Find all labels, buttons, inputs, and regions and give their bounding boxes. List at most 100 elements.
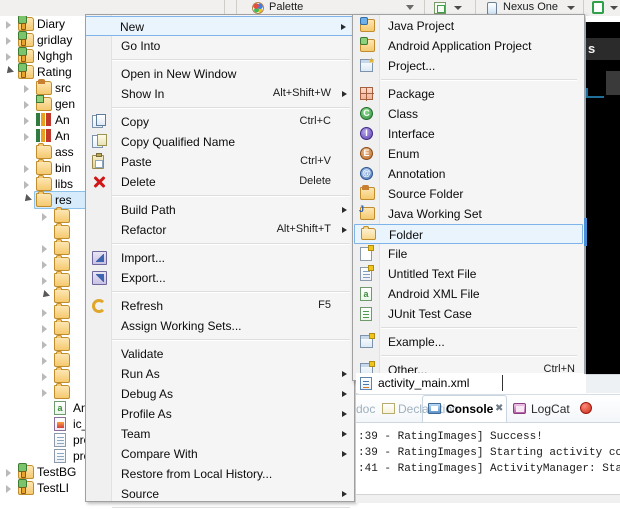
tree-twisty-collapsed-icon[interactable] (24, 133, 29, 141)
tree-twisty-collapsed-icon[interactable] (24, 85, 29, 93)
console-line: :39 - RatingImages] Starting activity co… (358, 447, 620, 459)
tree-twisty-collapsed-icon[interactable] (42, 389, 47, 397)
palette-collapse-caret-icon[interactable] (406, 5, 414, 10)
context-menu-item-validate[interactable]: Validate (87, 344, 355, 364)
context-menu-item-copy-qualified-name[interactable]: Copy Qualified Name (87, 132, 355, 152)
context-menu-item-run-as[interactable]: Run As (87, 364, 355, 384)
context-menu-item-label: New (120, 20, 145, 34)
new-submenu[interactable]: Java Project Android Application Project P… (352, 14, 585, 381)
context-menu-item-export[interactable]: Export... (87, 268, 355, 288)
context-menu-item-debug-as[interactable]: Debug As (87, 384, 355, 404)
tree-twisty-expanded-icon[interactable] (40, 290, 50, 300)
tree-twisty-collapsed-icon[interactable] (24, 165, 29, 173)
folder-icon (54, 239, 70, 255)
new-submenu-item-package[interactable]: Package (354, 84, 585, 104)
context-menu-item-label: Export... (121, 271, 166, 285)
editor-tab-label: activity_main.xml (378, 376, 470, 390)
console-output[interactable]: :39 - RatingImages] Success!:39 - Rating… (356, 422, 620, 495)
context-menu-item-compare-with[interactable]: Compare With (87, 444, 355, 464)
tree-twisty-expanded-icon[interactable] (22, 194, 32, 204)
context-menu-item-new[interactable]: New (86, 16, 354, 36)
new-submenu-item-enum[interactable]: E Enum (354, 144, 585, 164)
tree-twisty-collapsed-icon[interactable] (42, 261, 47, 269)
new-submenu-item-java-working-set[interactable]: Java Working Set (354, 204, 585, 224)
context-menu-item-team[interactable]: Team (87, 424, 355, 444)
tree-twisty-collapsed-icon[interactable] (42, 373, 47, 381)
new-submenu-item-folder[interactable]: Folder (354, 224, 583, 244)
context-menu-item-assign-working-sets[interactable]: Assign Working Sets... (87, 316, 355, 336)
context-menu-item-paste[interactable]: Paste Ctrl+V (87, 152, 355, 172)
new-submenu-item-file[interactable]: File (354, 244, 585, 264)
context-menu-item-profile-as[interactable]: Profile As (87, 404, 355, 424)
new-submenu-item-class[interactable]: C Class (354, 104, 585, 124)
tree-twisty-collapsed-icon[interactable] (42, 357, 47, 365)
tree-twisty-collapsed-icon[interactable] (42, 309, 47, 317)
tree-twisty-collapsed-icon[interactable] (42, 325, 47, 333)
context-menu-item-refactor[interactable]: Refactor Alt+Shift+T (87, 220, 355, 240)
tree-twisty-collapsed-icon[interactable] (24, 117, 29, 125)
context-menu-item-source[interactable]: Source (87, 484, 355, 504)
submenu-arrow-icon (342, 451, 347, 457)
new-submenu-separator (381, 327, 577, 329)
context-menu-item-accelerator: Alt+Shift+T (276, 223, 331, 235)
preview-scroll-indicator[interactable] (584, 218, 587, 246)
context-menu-item-refresh[interactable]: Refresh F5 (87, 296, 355, 316)
refresh-icon[interactable] (592, 1, 604, 14)
tree-twisty-expanded-icon[interactable] (4, 66, 14, 76)
tree-twisty-collapsed-icon[interactable] (6, 37, 11, 45)
tree-item-label: An (55, 113, 70, 127)
folder-icon (54, 367, 70, 383)
new-submenu-item-project[interactable]: Project... (354, 56, 585, 76)
editor-tab-activity-main-xml[interactable]: activity_main.xml (356, 373, 620, 393)
new-submenu-item-label: Enum (388, 147, 420, 161)
image-file-icon (54, 417, 66, 431)
new-submenu-item-example[interactable]: Example... (354, 332, 585, 352)
context-menu-item-build-path[interactable]: Build Path (87, 200, 355, 220)
new-submenu-item-java-project[interactable]: Java Project (354, 16, 585, 36)
generated-folder-icon (36, 95, 52, 111)
context-menu-item-restore-from-local-history[interactable]: Restore from Local History... (87, 464, 355, 484)
context-menu-item-show-in[interactable]: Show In Alt+Shift+W (87, 84, 355, 104)
context-menu-separator (112, 107, 350, 109)
tree-twisty-collapsed-icon[interactable] (42, 245, 47, 253)
new-submenu-item-untitled-text-file[interactable]: Untitled Text File (354, 264, 585, 284)
new-submenu-item-interface[interactable]: I Interface (354, 124, 585, 144)
tree-twisty-collapsed-icon[interactable] (6, 53, 11, 61)
bottom-view-tabbar[interactable]: doc Declaration Console ✖ LogCat (356, 394, 620, 423)
error-log-icon[interactable] (580, 402, 592, 414)
new-submenu-item-annotation[interactable]: @ Annotation (354, 164, 585, 184)
context-menu-item-import[interactable]: Import... (87, 248, 355, 268)
tree-twisty-collapsed-icon[interactable] (42, 341, 47, 349)
context-menu-item-open-in-new-window[interactable]: Open in New Window (87, 64, 355, 84)
context-menu-item-delete[interactable]: Delete Delete (87, 172, 355, 192)
context-menu-item-go-into[interactable]: Go Into (87, 36, 355, 56)
context-menu[interactable]: New Go Into Open in New Window Show In Alt+S… (85, 14, 355, 509)
layout-preview-panel[interactable]: s (584, 22, 620, 374)
tab-console-label[interactable]: Console (446, 402, 493, 416)
new-submenu-item-android-application-project[interactable]: Android Application Project (354, 36, 585, 56)
close-icon[interactable]: ✖ (495, 404, 504, 414)
tree-twisty-collapsed-icon[interactable] (42, 277, 47, 285)
tree-twisty-collapsed-icon[interactable] (24, 181, 29, 189)
folder-icon (36, 143, 52, 159)
tree-twisty-collapsed-icon[interactable] (42, 213, 47, 221)
device-dropdown-caret-icon[interactable] (567, 6, 575, 10)
config-dropdown-caret-icon[interactable] (454, 6, 462, 10)
tree-twisty-collapsed-icon[interactable] (6, 469, 11, 477)
new-submenu-item-android-xml-file[interactable]: a Android XML File (354, 284, 585, 304)
new-submenu-item-junit-test-case[interactable]: JUnit Test Case (354, 304, 585, 324)
refresh-dropdown-caret-icon[interactable] (610, 6, 618, 10)
new-submenu-item-label: Interface (388, 127, 435, 141)
device-label[interactable]: Nexus One (503, 1, 558, 13)
interface-icon: I (360, 127, 373, 140)
tree-twisty-collapsed-icon[interactable] (6, 21, 11, 29)
tree-item-label: An (55, 129, 70, 143)
tree-twisty-collapsed-icon[interactable] (6, 485, 11, 493)
tree-item-label: libs (55, 177, 74, 191)
tab-logcat-label[interactable]: LogCat (531, 402, 570, 416)
new-submenu-item-source-folder[interactable]: Source Folder (354, 184, 585, 204)
context-menu-item-copy[interactable]: Copy Ctrl+C (87, 112, 355, 132)
config-icon[interactable] (434, 2, 446, 14)
tree-twisty-collapsed-icon[interactable] (24, 101, 29, 109)
tab-javadoc-label[interactable]: doc (356, 402, 375, 416)
